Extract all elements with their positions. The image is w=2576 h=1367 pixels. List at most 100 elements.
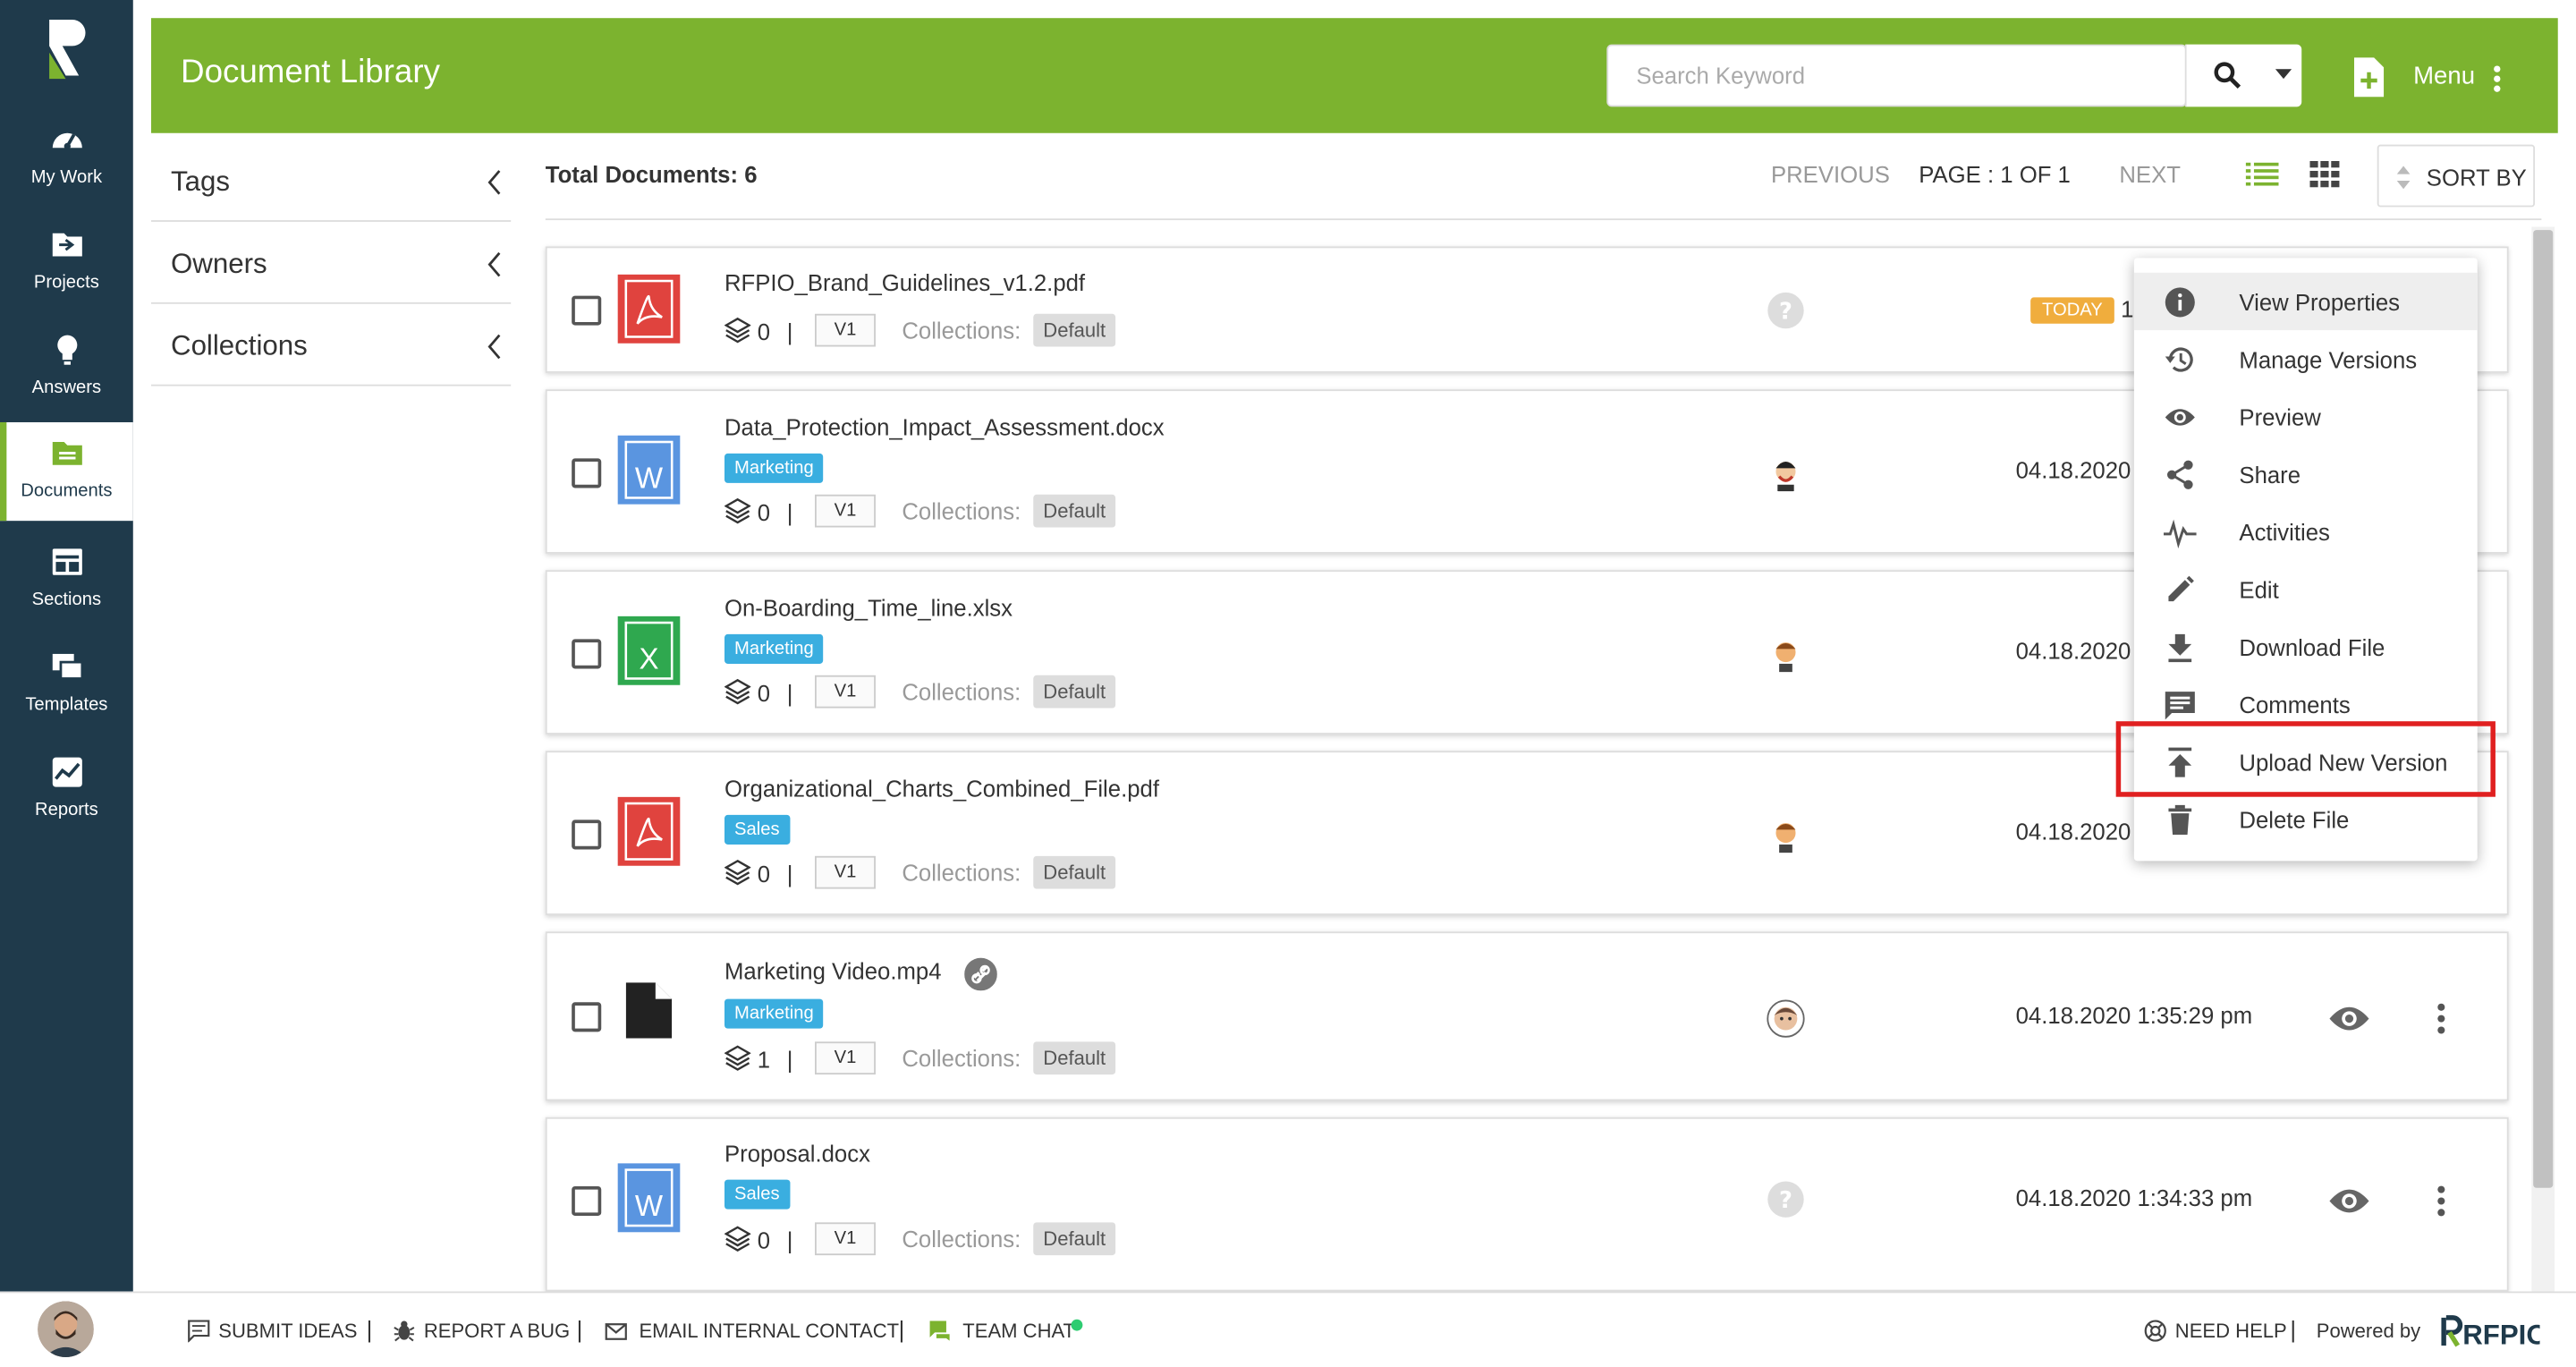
collections-label: Collections: — [902, 1226, 1021, 1252]
filter-collections[interactable]: Collections — [150, 304, 512, 386]
list-view-icon[interactable] — [2245, 161, 2279, 187]
sort-by-button[interactable]: SORT BY — [2377, 144, 2536, 208]
page-header: Document Library Menu — [150, 18, 2558, 133]
rfpio-brand-logo: RFPIO — [2441, 1315, 2540, 1349]
menu-item-delete-file[interactable]: Delete File — [2134, 790, 2478, 847]
collections-label: Collections: — [902, 1045, 1021, 1072]
tag-badge[interactable]: Marketing — [724, 998, 824, 1029]
chat-icon — [929, 1320, 950, 1341]
eye-icon[interactable] — [2328, 1004, 2371, 1033]
document-name[interactable]: RFPIO_Brand_Guidelines_v1.2.pdf — [724, 269, 1085, 295]
submit-ideas-link[interactable]: SUBMIT IDEAS — [218, 1320, 357, 1343]
document-date: 04.18.2020 1:35:29 pm — [2015, 1002, 2253, 1029]
document-name[interactable]: Proposal.docx — [724, 1141, 870, 1167]
row-checkbox[interactable] — [572, 819, 602, 850]
nav-item-reports[interactable]: Reports — [0, 741, 133, 839]
row-checkbox[interactable] — [572, 295, 602, 326]
more-vertical-icon[interactable] — [2435, 1002, 2448, 1035]
collections-label: Collections: — [902, 317, 1021, 344]
nav-label: Reports — [35, 800, 98, 820]
tag-badge[interactable]: Sales — [724, 1179, 790, 1210]
document-date: 04.18.2020 — [2015, 637, 2131, 664]
menu-item-share[interactable]: Share — [2134, 446, 2478, 503]
add-document-icon[interactable] — [2351, 57, 2386, 98]
document-row[interactable]: Marketing Video.mp4 Marketing 1 | V1 Col… — [545, 931, 2509, 1101]
app-window: My Work Projects Answers Documents Secti… — [0, 0, 2576, 1367]
comment-icon — [2165, 692, 2195, 720]
menu-item-label: Preview — [2239, 403, 2321, 431]
nav-item-documents[interactable]: Documents — [0, 421, 133, 522]
filter-owners[interactable]: Owners — [150, 222, 512, 304]
share-icon — [2166, 460, 2193, 489]
menu-item-preview[interactable]: Preview — [2134, 387, 2478, 445]
document-name[interactable]: Marketing Video.mp4 — [724, 958, 942, 984]
tag-badge[interactable]: Marketing — [724, 633, 824, 664]
scrollbar-thumb[interactable] — [2533, 230, 2554, 1188]
next-page-button[interactable]: NEXT — [2119, 161, 2181, 187]
divider: | — [786, 318, 793, 345]
row-checkbox[interactable] — [572, 639, 602, 669]
menu-item-view-properties[interactable]: View Properties — [2133, 272, 2478, 331]
document-meta: 1 | V1 Collections: Default — [724, 1041, 1152, 1077]
generic-file-icon — [625, 982, 673, 1039]
owner-avatar — [1767, 635, 1804, 673]
user-avatar[interactable] — [38, 1301, 94, 1357]
document-row[interactable]: W Proposal.docx Sales 0 | V1 Collections… — [545, 1117, 2509, 1292]
nav-item-answers[interactable]: Answers — [0, 318, 133, 417]
nav-item-sections[interactable]: Sections — [0, 531, 133, 629]
previous-page-button[interactable]: PREVIOUS — [1771, 161, 1890, 187]
nav-item-projects[interactable]: Projects — [0, 214, 133, 312]
nav-label: Templates — [25, 694, 108, 715]
nav-item-templates[interactable]: Templates — [0, 636, 133, 734]
divider: | — [786, 861, 793, 887]
chevron-left-icon — [487, 251, 501, 277]
page-indicator: PAGE : 1 OF 1 — [1919, 160, 2071, 188]
menu-item-manage-versions[interactable]: Manage Versions — [2134, 330, 2478, 387]
search-input[interactable] — [1608, 46, 2187, 106]
word-file-icon: W — [617, 435, 681, 505]
document-name[interactable]: Organizational_Charts_Combined_File.pdf — [724, 776, 1159, 802]
document-date: 04.18.2020 1:34:33 pm — [2015, 1184, 2253, 1211]
search-button[interactable] — [2184, 44, 2302, 107]
report-bug-link[interactable]: REPORT A BUG — [424, 1320, 570, 1343]
tag-badge[interactable]: Marketing — [724, 453, 824, 483]
svg-text:W: W — [635, 462, 664, 495]
search-box — [1606, 44, 2187, 107]
layers-icon — [724, 1045, 751, 1071]
need-help-link[interactable]: NEED HELP — [2175, 1320, 2287, 1343]
row-checkbox[interactable] — [572, 1002, 602, 1032]
menu-button[interactable]: Menu — [2413, 63, 2475, 90]
footer-divider: | — [576, 1316, 583, 1343]
chevron-left-icon — [487, 170, 501, 195]
more-vertical-icon[interactable] — [2490, 64, 2504, 94]
eye-icon[interactable] — [2328, 1186, 2371, 1216]
nav-label: Sections — [31, 590, 102, 610]
menu-item-edit[interactable]: Edit — [2134, 560, 2478, 617]
more-vertical-icon[interactable] — [2435, 1184, 2448, 1218]
document-meta: 0 | V1 Collections: Default — [724, 494, 1152, 531]
rfpio-logo-icon[interactable] — [43, 16, 92, 81]
version-badge: V1 — [815, 675, 876, 709]
link-icon[interactable] — [964, 957, 997, 991]
version-badge: V1 — [815, 1041, 876, 1075]
nav-item-my-work[interactable]: My Work — [0, 108, 133, 207]
filter-tags[interactable]: Tags — [150, 140, 512, 222]
document-name[interactable]: On-Boarding_Time_line.xlsx — [724, 595, 1013, 621]
left-nav: My Work Projects Answers Documents Secti… — [0, 0, 133, 1292]
email-internal-contact-link[interactable]: EMAIL INTERNAL CONTACT — [639, 1320, 899, 1343]
grid-view-icon[interactable] — [2309, 160, 2340, 188]
team-chat-link[interactable]: TEAM CHAT — [962, 1320, 1075, 1343]
row-checkbox[interactable] — [572, 458, 602, 488]
page-footer: SUBMIT IDEAS | REPORT A BUG | EMAIL INTE… — [132, 1291, 2576, 1367]
menu-item-activities[interactable]: Activities — [2134, 503, 2478, 560]
document-name[interactable]: Data_Protection_Impact_Assessment.docx — [724, 414, 1165, 440]
eye-icon — [2165, 409, 2195, 426]
menu-item-download-file[interactable]: Download File — [2134, 618, 2478, 675]
version-count: 0 — [757, 318, 771, 345]
powered-by-label: Powered by — [2316, 1319, 2421, 1343]
row-checkbox[interactable] — [572, 1185, 602, 1217]
caret-down-icon[interactable] — [2275, 69, 2292, 80]
pencil-icon — [2168, 575, 2194, 602]
sort-icon — [2396, 166, 2411, 190]
tag-badge[interactable]: Sales — [724, 814, 790, 845]
